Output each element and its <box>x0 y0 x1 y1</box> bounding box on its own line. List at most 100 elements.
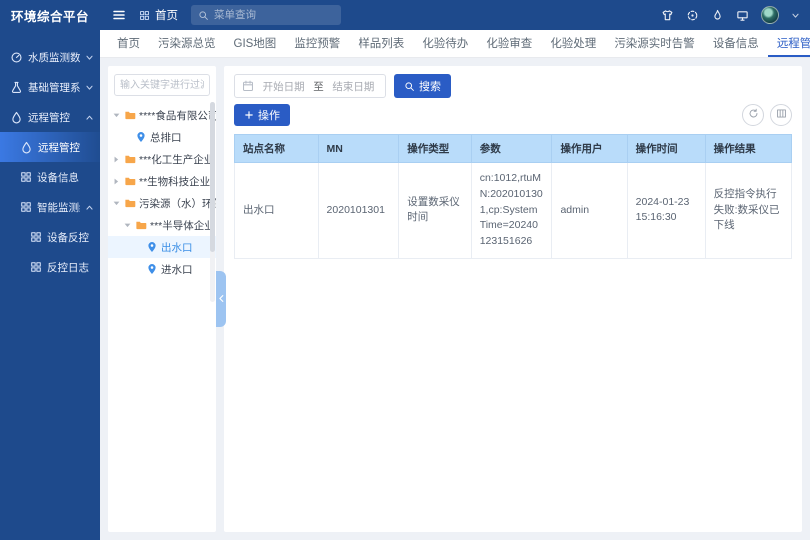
sidebar: 环境综合平台 水质监测数据综合分析 基础管理系统 远程管控 远程管控 设备信息 … <box>0 0 100 540</box>
caret-right-icon[interactable] <box>112 155 121 164</box>
pin-icon <box>146 241 158 253</box>
table-cell: 出水口 <box>235 163 319 259</box>
tree-scrollbar-track <box>210 102 215 302</box>
grid-icon <box>30 261 42 273</box>
shirt-icon[interactable] <box>661 9 674 22</box>
calendar-icon <box>242 80 254 92</box>
sidebar-item[interactable]: 远程管控 <box>0 102 100 132</box>
menu-search-box[interactable] <box>191 5 341 25</box>
sidebar-item[interactable]: 智能监测终端 <box>0 192 100 222</box>
column-header: 操作时间 <box>627 135 705 163</box>
folder-icon <box>124 175 136 187</box>
chevron-left-icon <box>217 290 226 308</box>
caret-down-icon[interactable] <box>112 199 121 208</box>
dashboard-icon[interactable] <box>686 9 699 22</box>
topbar-right-icons <box>661 6 800 24</box>
caret-down-icon[interactable] <box>112 111 121 120</box>
app-window: 环境综合平台 水质监测数据综合分析 基础管理系统 远程管控 远程管控 设备信息 … <box>0 0 810 540</box>
table-cell: 反控指令执行失败:数采仪已下线 <box>705 163 791 259</box>
tab-item[interactable]: 污染源总览 <box>149 30 225 57</box>
collapse-tree-handle[interactable] <box>216 271 226 327</box>
tab-item[interactable]: 设备信息 <box>704 30 768 57</box>
search-icon <box>198 10 209 21</box>
sidebar-item[interactable]: 基础管理系统 <box>0 72 100 102</box>
sidebar-item[interactable]: 远程管控 <box>0 132 100 162</box>
table-header: 站点名称MN操作类型参数操作用户操作时间操作结果 <box>235 135 792 163</box>
chevron-up-icon <box>85 203 94 212</box>
tab-item[interactable]: 化验待办 <box>413 30 477 57</box>
column-settings-button[interactable] <box>770 104 792 126</box>
content-area: ****食品有限公司 总排口 ***化工生产企业 **生物科技企业 污染源（水）… <box>100 58 810 540</box>
pin-icon <box>135 131 147 143</box>
flask-icon <box>10 81 23 94</box>
table-tools <box>742 104 792 126</box>
operate-button[interactable]: 操作 <box>234 104 290 126</box>
start-date-input[interactable]: 开始日期 <box>259 79 308 94</box>
tree-node[interactable]: **生物科技企业 <box>108 170 216 192</box>
caret-down-icon[interactable] <box>123 221 132 230</box>
tree-filter-input[interactable] <box>114 74 210 96</box>
pin-icon <box>146 263 158 275</box>
tab-item[interactable]: 化验处理 <box>541 30 605 57</box>
tree-node[interactable]: 污染源（水）环保局 <box>108 192 216 214</box>
table-body: 出水口2020101301设置数采仪时间cn:1012,rtuMN:202010… <box>235 163 792 259</box>
tab-item[interactable]: 远程管控 × <box>768 30 810 57</box>
tab-bar: 首页 污染源总览 GIS地图 监控预警 样品列表 化验待办 化验审查 化验处理 … <box>100 30 810 58</box>
tab-item[interactable]: 化验审查 <box>477 30 541 57</box>
sidebar-item[interactable]: 设备反控 <box>0 222 100 252</box>
breadcrumb[interactable]: 首页 <box>139 7 178 23</box>
table-cell: 2020101301 <box>318 163 399 259</box>
filters-row: 开始日期 至 结束日期 搜索 <box>234 74 792 98</box>
home-icon <box>139 10 150 21</box>
tree-node[interactable]: 进水口 <box>108 258 216 280</box>
date-range-separator: 至 <box>313 79 324 94</box>
column-header: 站点名称 <box>235 135 319 163</box>
tree-node[interactable]: 出水口 <box>108 236 216 258</box>
grid-icon <box>20 171 32 183</box>
monitor-icon[interactable] <box>736 9 749 22</box>
site-tree-panel: ****食品有限公司 总排口 ***化工生产企业 **生物科技企业 污染源（水）… <box>108 66 216 532</box>
tree-node[interactable]: ***半导体企业 <box>108 214 216 236</box>
folder-icon <box>124 109 136 121</box>
tab-item[interactable]: GIS地图 <box>225 30 286 57</box>
column-header: 操作用户 <box>552 135 627 163</box>
org-tree: ****食品有限公司 总排口 ***化工生产企业 **生物科技企业 污染源（水）… <box>108 104 216 280</box>
sidebar-menu: 水质监测数据综合分析 基础管理系统 远程管控 远程管控 设备信息 智能监测终端 … <box>0 42 100 282</box>
avatar[interactable] <box>761 6 779 24</box>
search-icon <box>404 81 415 92</box>
column-header: 参数 <box>471 135 552 163</box>
operate-button-label: 操作 <box>258 107 280 123</box>
refresh-button[interactable] <box>742 104 764 126</box>
app-title: 环境综合平台 <box>0 0 100 30</box>
chevron-down-icon[interactable] <box>791 11 800 20</box>
folder-icon <box>135 219 147 231</box>
tab-item[interactable]: 首页 <box>108 30 149 57</box>
table-row[interactable]: 出水口2020101301设置数采仪时间cn:1012,rtuMN:202010… <box>235 163 792 259</box>
caret-right-icon[interactable] <box>112 177 121 186</box>
menu-search-input[interactable] <box>214 9 334 21</box>
end-date-input[interactable]: 结束日期 <box>329 79 378 94</box>
sidebar-item[interactable]: 水质监测数据综合分析 <box>0 42 100 72</box>
tab-bar-items: 首页 污染源总览 GIS地图 监控预警 样品列表 化验待办 化验审查 化验处理 … <box>108 30 810 57</box>
plus-icon <box>244 110 254 120</box>
tab-item[interactable]: 污染源实时告警 <box>605 30 704 57</box>
sidebar-item[interactable]: 反控日志 <box>0 252 100 282</box>
tree-scrollbar-thumb[interactable] <box>210 102 215 252</box>
hamburger-menu-icon[interactable] <box>112 8 126 22</box>
flame-icon[interactable] <box>711 9 724 22</box>
table-cell: 设置数采仪时间 <box>399 163 471 259</box>
operation-log-panel: 开始日期 至 结束日期 搜索 操作 <box>224 66 802 532</box>
chevron-down-icon <box>85 83 94 92</box>
tab-item[interactable]: 样品列表 <box>349 30 413 57</box>
date-range-picker[interactable]: 开始日期 至 结束日期 <box>234 74 386 98</box>
tree-node[interactable]: ***化工生产企业 <box>108 148 216 170</box>
tree-node[interactable]: ****食品有限公司 <box>108 104 216 126</box>
search-button[interactable]: 搜索 <box>394 74 451 98</box>
sidebar-item[interactable]: 设备信息 <box>0 162 100 192</box>
columns-icon <box>776 106 787 124</box>
tree-node[interactable]: 总排口 <box>108 126 216 148</box>
table-cell: cn:1012,rtuMN:2020101301,cp:SystemTime=2… <box>471 163 552 259</box>
tab-item[interactable]: 监控预警 <box>285 30 349 57</box>
grid-icon <box>20 201 32 213</box>
drop-icon <box>10 111 23 124</box>
